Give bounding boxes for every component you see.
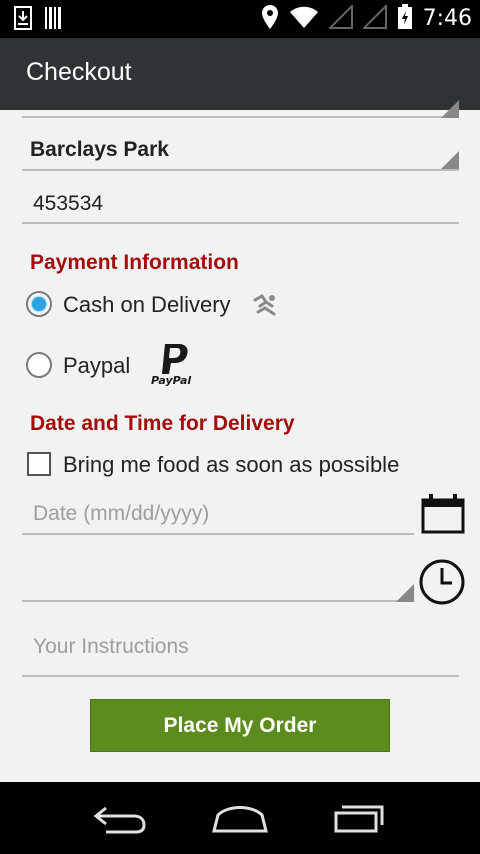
wifi-icon xyxy=(289,5,319,33)
calendar-icon[interactable] xyxy=(420,492,466,538)
instructions-field-underline xyxy=(22,675,459,677)
area-spinner-arrow-icon xyxy=(441,151,459,169)
area-spinner[interactable]: Barclays Park xyxy=(22,130,459,172)
date-field-underline xyxy=(22,533,414,535)
date-field[interactable]: Date (mm/dd/yyyy) xyxy=(22,494,414,536)
asap-checkbox[interactable] xyxy=(27,452,51,476)
time-spinner-arrow-icon xyxy=(396,584,414,602)
time-spinner[interactable] xyxy=(22,550,414,602)
time-spinner-underline xyxy=(22,600,414,602)
signal-icon xyxy=(327,3,353,33)
instructions-placeholder: Your Instructions xyxy=(33,635,189,658)
cash-delivery-icon xyxy=(252,292,278,322)
paypal-radio[interactable] xyxy=(26,352,52,378)
area-spinner-underline xyxy=(22,169,459,171)
place-order-label: Place My Order xyxy=(163,713,317,737)
home-icon xyxy=(210,801,270,839)
zip-field[interactable]: 453534 xyxy=(22,184,459,224)
payment-option-cash[interactable]: Cash on Delivery xyxy=(24,288,284,322)
zip-field-underline xyxy=(22,222,459,224)
home-button[interactable] xyxy=(205,800,275,840)
paypal-logo-text: PayPal xyxy=(151,374,192,387)
back-button[interactable] xyxy=(85,800,155,840)
battery-icon xyxy=(397,4,413,34)
asap-label: Bring me food as soon as possible xyxy=(63,452,400,477)
area-spinner-value: Barclays Park xyxy=(30,138,169,161)
date-field-placeholder: Date (mm/dd/yyyy) xyxy=(33,502,210,525)
download-icon xyxy=(14,6,32,34)
recents-button[interactable] xyxy=(325,800,395,840)
place-order-button[interactable]: Place My Order xyxy=(90,699,390,752)
action-bar: Checkout xyxy=(0,38,480,110)
payment-section-title: Payment Information xyxy=(30,251,239,274)
page-title: Checkout xyxy=(26,58,132,86)
paypal-logo: PayPal xyxy=(149,342,199,388)
asap-checkbox-row[interactable]: Bring me food as soon as possible xyxy=(26,448,446,482)
signal-icon-2 xyxy=(361,3,387,33)
cash-radio[interactable] xyxy=(26,291,52,317)
location-icon xyxy=(261,4,279,34)
recents-icon xyxy=(332,801,388,839)
barcode-icon xyxy=(44,6,64,34)
status-bar: 7:46 xyxy=(0,0,480,38)
delivery-section-title: Date and Time for Delivery xyxy=(30,412,295,435)
status-time: 7:46 xyxy=(422,6,472,31)
clock-icon[interactable] xyxy=(418,558,466,610)
back-icon xyxy=(92,801,148,839)
zip-field-value: 453534 xyxy=(33,192,104,215)
instructions-field[interactable]: Your Instructions xyxy=(22,626,459,674)
paypal-option-label: Paypal xyxy=(63,353,131,378)
spinner-arrow-icon xyxy=(441,100,459,118)
payment-option-paypal[interactable]: Paypal PayPal xyxy=(24,342,224,390)
cash-option-label: Cash on Delivery xyxy=(63,292,231,317)
spinner-underline-top xyxy=(22,116,459,118)
navigation-bar xyxy=(0,782,480,854)
checkout-form: Barclays Park 453534 Payment Information… xyxy=(0,100,480,782)
